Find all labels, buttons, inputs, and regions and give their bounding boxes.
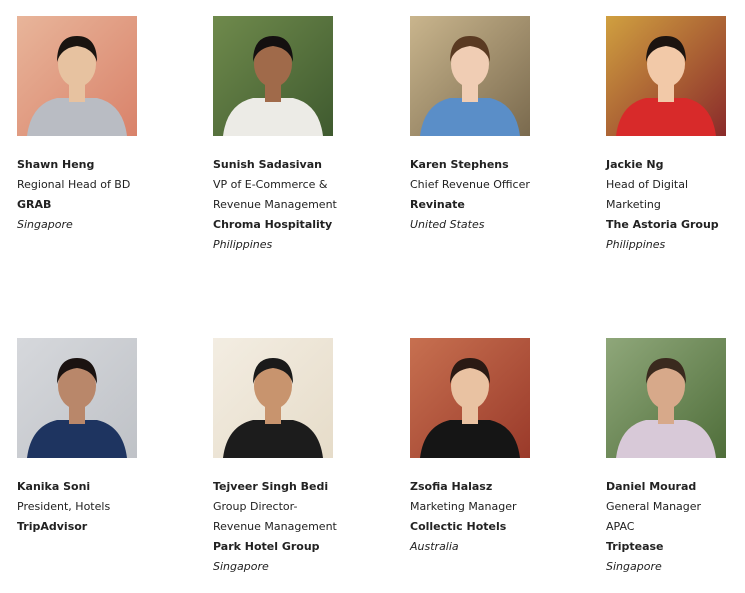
portrait-illustration (17, 338, 137, 458)
portrait-illustration (410, 16, 530, 136)
speaker-grid: Shawn Heng Regional Head of BD GRAB Sing… (0, 0, 745, 593)
speaker-card: Shawn Heng Regional Head of BD GRAB Sing… (17, 16, 167, 235)
portrait-illustration (17, 16, 137, 136)
speaker-card: Tejveer Singh Bedi Group Director- Reven… (213, 338, 363, 577)
speaker-photo (606, 338, 726, 458)
speaker-country: Philippines (213, 238, 273, 251)
speaker-card: Karen Stephens Chief Revenue Officer Rev… (410, 16, 560, 235)
speaker-photo (213, 338, 333, 458)
speaker-company: Revinate (410, 198, 465, 211)
speaker-company: GRAB (17, 198, 52, 211)
speaker-country: Singapore (213, 560, 269, 573)
portrait-illustration (213, 16, 333, 136)
speaker-name: Daniel Mourad (606, 480, 697, 493)
speaker-role-line: Marketing Manager (410, 500, 517, 513)
speaker-role-line: Marketing (606, 198, 661, 211)
speaker-photo (17, 16, 137, 136)
speaker-card: Kanika Soni President, Hotels TripAdviso… (17, 338, 167, 537)
speaker-company: Collectic Hotels (410, 520, 507, 533)
speaker-country: Philippines (606, 238, 666, 251)
speaker-role-line: Revenue Management (213, 520, 337, 533)
speaker-country: Singapore (17, 218, 73, 231)
speaker-name: Shawn Heng (17, 158, 95, 171)
speaker-photo (213, 16, 333, 136)
speaker-card: Zsofia Halasz Marketing Manager Collecti… (410, 338, 560, 557)
portrait-illustration (606, 16, 726, 136)
speaker-photo (410, 16, 530, 136)
speaker-role-line: VP of E-Commerce & (213, 178, 328, 191)
speaker-card: Daniel Mourad General Manager APAC Tript… (606, 338, 745, 577)
speaker-company: Chroma Hospitality (213, 218, 333, 231)
portrait-illustration (213, 338, 333, 458)
speaker-role-line: Regional Head of BD (17, 178, 131, 191)
speaker-name: Kanika Soni (17, 480, 91, 493)
portrait-illustration (606, 338, 726, 458)
speaker-card: Jackie Ng Head of Digital Marketing The … (606, 16, 745, 255)
speaker-card: Sunish Sadasivan VP of E-Commerce & Reve… (213, 16, 363, 255)
speaker-role-line: Head of Digital (606, 178, 689, 191)
speaker-role-line: APAC (606, 520, 635, 533)
speaker-company: Triptease (606, 540, 664, 553)
speaker-name: Jackie Ng (606, 158, 664, 171)
speaker-photo (17, 338, 137, 458)
speaker-role-line: President, Hotels (17, 500, 111, 513)
speaker-photo (606, 16, 726, 136)
speaker-name: Sunish Sadasivan (213, 158, 322, 171)
speaker-name: Zsofia Halasz (410, 480, 493, 493)
speaker-country: United States (410, 218, 485, 231)
speaker-company: Park Hotel Group (213, 540, 320, 553)
portrait-illustration (410, 338, 530, 458)
speaker-name: Tejveer Singh Bedi (213, 480, 329, 493)
speaker-role-line: General Manager (606, 500, 702, 513)
speaker-company: TripAdvisor (17, 520, 88, 533)
speaker-role-line: Chief Revenue Officer (410, 178, 530, 191)
speaker-country: Singapore (606, 560, 662, 573)
speaker-role-line: Group Director- (213, 500, 298, 513)
speaker-company: The Astoria Group (606, 218, 719, 231)
speaker-photo (410, 338, 530, 458)
speaker-country: Australia (410, 540, 459, 553)
speaker-name: Karen Stephens (410, 158, 509, 171)
speaker-role-line: Revenue Management (213, 198, 337, 211)
